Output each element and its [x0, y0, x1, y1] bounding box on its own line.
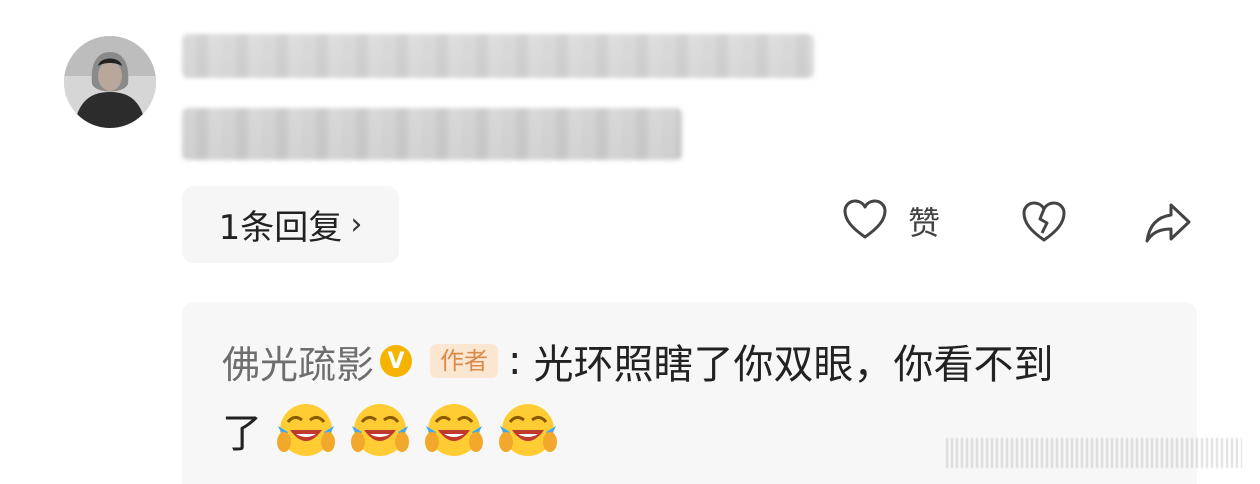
chevron-right-icon: ›	[350, 207, 363, 242]
avatar[interactable]	[64, 36, 156, 128]
laugh-cry-emoji-icon	[277, 404, 335, 456]
username-redacted	[182, 34, 814, 78]
like-label: 赞	[908, 204, 941, 242]
reply-count-label: 1条回复	[218, 208, 343, 248]
comment-text-redacted	[182, 108, 682, 160]
verified-icon: V	[380, 345, 413, 377]
dislike-button[interactable]	[1020, 199, 1068, 247]
like-button[interactable]: 赞	[842, 198, 940, 244]
heart-outline-icon	[842, 198, 888, 244]
laugh-cry-emoji-icon	[499, 404, 557, 456]
laugh-cry-emoji-icon	[425, 404, 483, 456]
reply-author-name[interactable]: 佛光疏影	[222, 334, 374, 389]
reply-text-continued: 了	[222, 411, 262, 457]
share-button[interactable]	[1143, 201, 1193, 249]
author-badge: 作者	[430, 344, 499, 378]
broken-heart-icon	[1020, 199, 1068, 247]
reply-separator: :	[508, 338, 522, 384]
view-replies-button[interactable]: 1条回复 ›	[182, 186, 399, 263]
share-arrow-icon	[1143, 201, 1193, 249]
watermark	[946, 438, 1242, 468]
reply-text: 光环照瞎了你双眼，你看不到	[533, 342, 1054, 388]
laugh-cry-emoji-icon	[351, 404, 409, 456]
